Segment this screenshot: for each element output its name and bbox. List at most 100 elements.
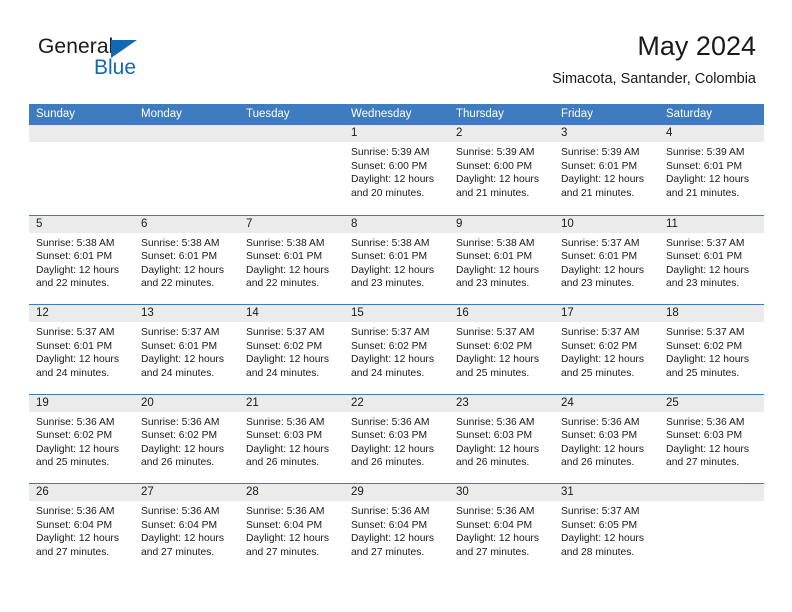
calendar-day-cell[interactable]: 25 Sunrise: 5:36 AM Sunset: 6:03 PM Dayligh… xyxy=(659,394,764,484)
day-number: 15 xyxy=(344,305,449,322)
day-number: 31 xyxy=(554,484,659,501)
sunset-text: Sunset: 6:01 PM xyxy=(141,251,218,263)
calendar-day-cell[interactable]: 22 Sunrise: 5:36 AM Sunset: 6:03 PM Dayligh… xyxy=(344,394,449,484)
sunrise-text: Sunrise: 5:37 AM xyxy=(666,237,745,249)
sunrise-text: Sunrise: 5:38 AM xyxy=(456,237,535,249)
calendar-day-cell[interactable]: 10 Sunrise: 5:37 AM Sunset: 6:01 PM Dayligh… xyxy=(554,215,659,305)
day-info: Sunrise: 5:36 AM Sunset: 6:02 PM Daylight:… xyxy=(29,412,134,470)
weekday-header-tuesday: Tuesday xyxy=(246,108,290,120)
calendar-day-cell[interactable]: 14 Sunrise: 5:37 AM Sunset: 6:02 PM Dayligh… xyxy=(239,305,344,394)
general-blue-logo: General Blue xyxy=(38,36,238,88)
weekday-header-sunday: Sunday xyxy=(36,108,76,120)
calendar-day-cell[interactable]: 15 Sunrise: 5:37 AM Sunset: 6:02 PM Dayligh… xyxy=(344,305,449,394)
calendar-day-cell[interactable]: 9 Sunrise: 5:38 AM Sunset: 6:01 PM Daylight… xyxy=(449,215,554,305)
calendar-day-cell[interactable]: 20 Sunrise: 5:36 AM Sunset: 6:02 PM Dayligh… xyxy=(134,394,239,484)
daylight-text-line1: Daylight: 12 hours xyxy=(456,354,539,366)
day-number: 19 xyxy=(29,394,134,412)
calendar-day-cell[interactable]: 5 Sunrise: 5:38 AM Sunset: 6:01 PM Daylight… xyxy=(29,215,134,305)
sunset-text: Sunset: 6:01 PM xyxy=(36,251,113,263)
sunset-text: Sunset: 6:00 PM xyxy=(351,160,428,172)
day-number: 10 xyxy=(554,215,659,233)
calendar-day-cell[interactable]: 27 Sunrise: 5:36 AM Sunset: 6:04 PM Dayligh… xyxy=(134,484,239,573)
day-number: 22 xyxy=(344,394,449,412)
daylight-text-line1: Daylight: 12 hours xyxy=(246,533,329,545)
sunset-text: Sunset: 6:05 PM xyxy=(561,519,638,531)
calendar-day-cell[interactable]: 6 Sunrise: 5:38 AM Sunset: 6:01 PM Daylight… xyxy=(134,215,239,305)
daylight-text-line2: and 26 minutes. xyxy=(246,457,320,469)
calendar-day-cell-empty xyxy=(29,125,134,215)
daylight-text-line1: Daylight: 12 hours xyxy=(36,354,119,366)
day-info: Sunrise: 5:38 AM Sunset: 6:01 PM Daylight:… xyxy=(344,233,449,291)
day-info: Sunrise: 5:37 AM Sunset: 6:01 PM Daylight:… xyxy=(554,233,659,291)
calendar-day-cell[interactable]: 12 Sunrise: 5:37 AM Sunset: 6:01 PM Dayligh… xyxy=(29,305,134,394)
sunset-text: Sunset: 6:01 PM xyxy=(666,251,743,263)
calendar-day-cell[interactable]: 24 Sunrise: 5:36 AM Sunset: 6:03 PM Dayligh… xyxy=(554,394,659,484)
calendar-day-cell[interactable]: 2 Sunrise: 5:39 AM Sunset: 6:00 PM Daylight… xyxy=(449,125,554,215)
sunrise-text: Sunrise: 5:36 AM xyxy=(141,506,220,517)
calendar-day-cell-empty xyxy=(659,484,764,573)
sunrise-text: Sunrise: 5:37 AM xyxy=(561,327,640,338)
daylight-text-line2: and 27 minutes. xyxy=(246,546,320,558)
calendar-day-cell[interactable]: 31 Sunrise: 5:37 AM Sunset: 6:05 PM Dayligh… xyxy=(554,484,659,573)
calendar-day-cell[interactable]: 3 Sunrise: 5:39 AM Sunset: 6:01 PM Daylight… xyxy=(554,125,659,215)
daylight-text-line2: and 27 minutes. xyxy=(351,546,425,558)
calendar-day-cell[interactable]: 29 Sunrise: 5:36 AM Sunset: 6:04 PM Dayligh… xyxy=(344,484,449,573)
day-info: Sunrise: 5:38 AM Sunset: 6:01 PM Daylight:… xyxy=(239,233,344,291)
calendar-day-cell[interactable]: 1 Sunrise: 5:39 AM Sunset: 6:00 PM Daylight… xyxy=(344,125,449,215)
day-number: 26 xyxy=(29,484,134,501)
daylight-text-line1: Daylight: 12 hours xyxy=(666,354,749,366)
day-number: 12 xyxy=(29,305,134,322)
calendar-day-cell[interactable]: 21 Sunrise: 5:36 AM Sunset: 6:03 PM Dayligh… xyxy=(239,394,344,484)
daylight-text-line1: Daylight: 12 hours xyxy=(351,264,434,276)
sunset-text: Sunset: 6:04 PM xyxy=(456,519,533,531)
daylight-text-line2: and 26 minutes. xyxy=(456,457,530,469)
calendar-day-cell[interactable]: 26 Sunrise: 5:36 AM Sunset: 6:04 PM Dayligh… xyxy=(29,484,134,573)
daylight-text-line2: and 24 minutes. xyxy=(246,367,320,379)
day-info: Sunrise: 5:36 AM Sunset: 6:04 PM Daylight:… xyxy=(449,501,554,559)
daylight-text-line1: Daylight: 12 hours xyxy=(36,533,119,545)
daylight-text-line1: Daylight: 12 hours xyxy=(141,264,224,276)
day-info: Sunrise: 5:37 AM Sunset: 6:02 PM Daylight:… xyxy=(239,322,344,380)
sunrise-text: Sunrise: 5:36 AM xyxy=(141,416,220,428)
calendar-day-cell[interactable]: 18 Sunrise: 5:37 AM Sunset: 6:02 PM Dayligh… xyxy=(659,305,764,394)
sunrise-text: Sunrise: 5:39 AM xyxy=(351,147,430,158)
calendar-day-cell[interactable]: 23 Sunrise: 5:36 AM Sunset: 6:03 PM Dayligh… xyxy=(449,394,554,484)
day-number: 29 xyxy=(344,484,449,501)
sunset-text: Sunset: 6:01 PM xyxy=(666,160,743,172)
daylight-text-line1: Daylight: 12 hours xyxy=(351,354,434,366)
calendar-weeks: 1 Sunrise: 5:39 AM Sunset: 6:00 PM Daylight… xyxy=(29,125,764,573)
daylight-text-line1: Daylight: 12 hours xyxy=(666,264,749,276)
calendar-day-cell[interactable]: 19 Sunrise: 5:36 AM Sunset: 6:02 PM Dayligh… xyxy=(29,394,134,484)
sunrise-text: Sunrise: 5:37 AM xyxy=(246,327,325,338)
day-info: Sunrise: 5:39 AM Sunset: 6:00 PM Daylight:… xyxy=(449,142,554,200)
calendar-day-cell[interactable]: 13 Sunrise: 5:37 AM Sunset: 6:01 PM Dayligh… xyxy=(134,305,239,394)
calendar-day-cell[interactable]: 28 Sunrise: 5:36 AM Sunset: 6:04 PM Dayligh… xyxy=(239,484,344,573)
weekday-header-thursday: Thursday xyxy=(456,108,504,120)
calendar-day-cell[interactable]: 17 Sunrise: 5:37 AM Sunset: 6:02 PM Dayligh… xyxy=(554,305,659,394)
daylight-text-line1: Daylight: 12 hours xyxy=(351,174,434,186)
calendar-day-cell[interactable]: 4 Sunrise: 5:39 AM Sunset: 6:01 PM Daylight… xyxy=(659,125,764,215)
daylight-text-line2: and 25 minutes. xyxy=(561,367,635,379)
daylight-text-line2: and 26 minutes. xyxy=(141,457,215,469)
calendar-day-cell[interactable]: 8 Sunrise: 5:38 AM Sunset: 6:01 PM Daylight… xyxy=(344,215,449,305)
calendar-day-cell[interactable]: 30 Sunrise: 5:36 AM Sunset: 6:04 PM Dayligh… xyxy=(449,484,554,573)
sunset-text: Sunset: 6:04 PM xyxy=(141,519,218,531)
day-number: 24 xyxy=(554,394,659,412)
calendar-day-cell[interactable]: 16 Sunrise: 5:37 AM Sunset: 6:02 PM Dayligh… xyxy=(449,305,554,394)
day-info: Sunrise: 5:38 AM Sunset: 6:01 PM Daylight:… xyxy=(134,233,239,291)
sunset-text: Sunset: 6:00 PM xyxy=(456,160,533,172)
daylight-text-line1: Daylight: 12 hours xyxy=(351,533,434,545)
weekday-header-friday: Friday xyxy=(561,108,593,120)
page-header: General Blue May 2024 Simacota, Santande… xyxy=(0,0,792,104)
day-info: Sunrise: 5:37 AM Sunset: 6:05 PM Daylight:… xyxy=(554,501,659,559)
day-number: 23 xyxy=(449,394,554,412)
calendar-page: General Blue May 2024 Simacota, Santande… xyxy=(0,0,792,612)
calendar-day-cell[interactable]: 7 Sunrise: 5:38 AM Sunset: 6:01 PM Daylight… xyxy=(239,215,344,305)
daylight-text-line2: and 23 minutes. xyxy=(456,278,530,290)
day-number: 13 xyxy=(134,305,239,322)
title-block: May 2024 Simacota, Santander, Colombia xyxy=(552,30,756,89)
sunrise-text: Sunrise: 5:36 AM xyxy=(36,506,115,517)
calendar-week-row: 5 Sunrise: 5:38 AM Sunset: 6:01 PM Daylight… xyxy=(29,214,764,305)
day-info: Sunrise: 5:36 AM Sunset: 6:04 PM Daylight:… xyxy=(29,501,134,559)
calendar-day-cell[interactable]: 11 Sunrise: 5:37 AM Sunset: 6:01 PM Dayligh… xyxy=(659,215,764,305)
